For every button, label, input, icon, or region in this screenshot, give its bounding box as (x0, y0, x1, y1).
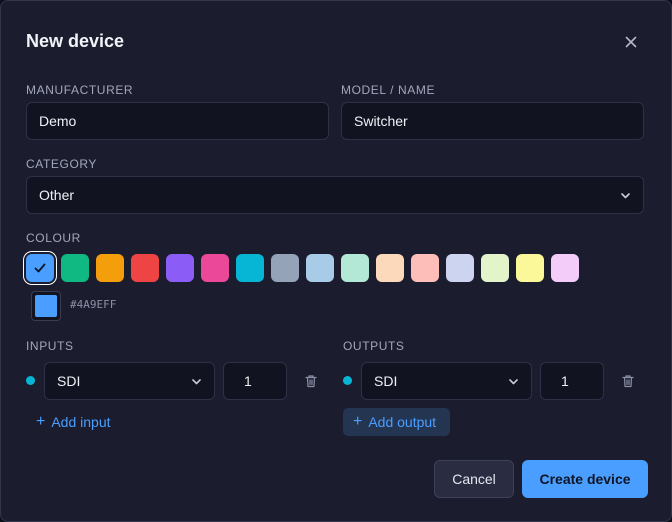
model-label: MODEL / NAME (341, 83, 436, 97)
colour-swatch[interactable] (131, 254, 159, 282)
colour-swatch[interactable] (376, 254, 404, 282)
add-output-label: Add output (368, 414, 437, 430)
custom-colour-hex: #4A9EFF (70, 298, 117, 311)
category-value: Other (39, 187, 75, 203)
dialog-title: New device (26, 31, 125, 51)
colour-swatch[interactable] (26, 254, 54, 282)
input-count-field[interactable]: 1 (223, 362, 287, 400)
chevron-down-icon (192, 379, 201, 385)
manufacturer-input[interactable]: Demo (26, 102, 329, 140)
cancel-button[interactable]: Cancel (434, 460, 514, 498)
add-output-button[interactable]: + Add output (343, 408, 450, 436)
colour-swatch[interactable] (411, 254, 439, 282)
colour-swatch[interactable] (96, 254, 124, 282)
check-icon (34, 263, 46, 273)
output-count-field[interactable]: 1 (540, 362, 604, 400)
custom-colour-picker[interactable] (31, 291, 61, 321)
colour-swatch[interactable] (271, 254, 299, 282)
colour-swatch[interactable] (201, 254, 229, 282)
model-name-input[interactable]: Switcher (341, 102, 644, 140)
input-count-value: 1 (244, 373, 252, 389)
colour-swatch[interactable] (446, 254, 474, 282)
outputs-label: OUTPUTS (343, 339, 405, 353)
plus-icon: + (36, 413, 46, 430)
colour-swatch[interactable] (306, 254, 334, 282)
input-type-select[interactable]: SDI (44, 362, 215, 400)
custom-colour-preview (35, 295, 57, 317)
colour-swatch[interactable] (341, 254, 369, 282)
close-button[interactable] (619, 30, 643, 54)
chevron-down-icon (509, 379, 518, 385)
output-count-value: 1 (561, 373, 569, 389)
colour-swatch[interactable] (236, 254, 264, 282)
colour-swatch[interactable] (516, 254, 544, 282)
inputs-label: INPUTS (26, 339, 74, 353)
category-select[interactable]: Other (26, 176, 644, 214)
manufacturer-label: MANUFACTURER (26, 83, 134, 97)
output-type-value: SDI (374, 373, 398, 389)
colour-swatch[interactable] (481, 254, 509, 282)
colour-swatch[interactable] (166, 254, 194, 282)
input-type-value: SDI (57, 373, 81, 389)
input-port-dot (26, 376, 35, 385)
trash-icon[interactable] (304, 374, 318, 388)
colour-swatch[interactable] (61, 254, 89, 282)
plus-icon: + (353, 413, 363, 430)
add-input-button[interactable]: + Add input (36, 413, 111, 431)
output-port-dot (343, 376, 352, 385)
colour-swatch[interactable] (551, 254, 579, 282)
colour-label: COLOUR (26, 231, 81, 245)
trash-icon[interactable] (621, 374, 635, 388)
create-device-button[interactable]: Create device (522, 460, 648, 498)
new-device-dialog: New device MANUFACTURER Demo MODEL / NAM… (0, 0, 672, 522)
model-name-value: Switcher (354, 113, 408, 129)
chevron-down-icon (621, 193, 630, 199)
manufacturer-value: Demo (39, 113, 77, 129)
output-type-select[interactable]: SDI (361, 362, 532, 400)
category-label: CATEGORY (26, 157, 98, 171)
close-icon (625, 36, 637, 48)
add-input-label: Add input (51, 414, 111, 430)
